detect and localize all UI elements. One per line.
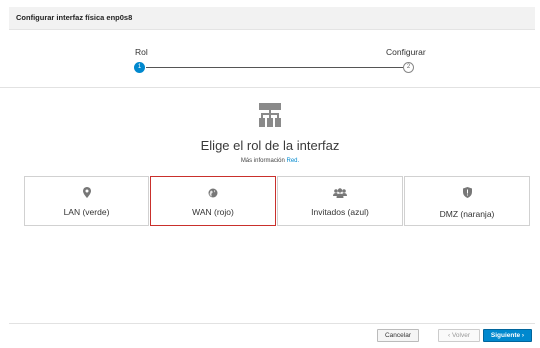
users-icon [278,185,402,198]
more-info-text: Más información Red. [0,158,540,164]
globe-icon [151,185,275,198]
back-button[interactable]: ‹ Volver [438,329,480,342]
section-divider [0,87,540,88]
more-info-link[interactable]: Red. [287,158,300,164]
step-label-configurar: Configurar [386,47,426,57]
role-label-lan: LAN (verde) [63,207,110,217]
next-button[interactable]: Siguiente › [483,329,532,342]
footer-divider [9,323,535,324]
step-label-rol: Rol [135,47,148,57]
page-title: Elige el rol de la interfaz [200,138,340,153]
wizard-progress-line [146,67,403,68]
role-card-invitados[interactable]: Invitados (azul) [277,176,403,226]
more-info-label: Más información [240,158,287,164]
role-label-dmz: DMZ (naranja) [439,209,495,219]
role-card-dmz[interactable]: DMZ (naranja) [404,176,530,226]
role-card-wan[interactable]: WAN (rojo) [150,176,276,226]
shield-icon [405,185,529,198]
cancel-button[interactable]: Cancelar [377,329,419,342]
map-marker-icon [25,185,148,198]
role-card-lan[interactable]: LAN (verde) [24,176,149,226]
dialog-header: Configurar interfaz física enp0s8 [9,7,535,30]
step-1-indicator[interactable]: 1 [134,61,145,73]
role-label-invitados: Invitados (azul) [311,207,369,217]
dialog-title: Configurar interfaz física enp0s8 [16,13,133,22]
step-2-indicator[interactable]: 2 [403,61,414,73]
network-icon [259,103,281,127]
role-label-wan: WAN (rojo) [192,207,234,217]
